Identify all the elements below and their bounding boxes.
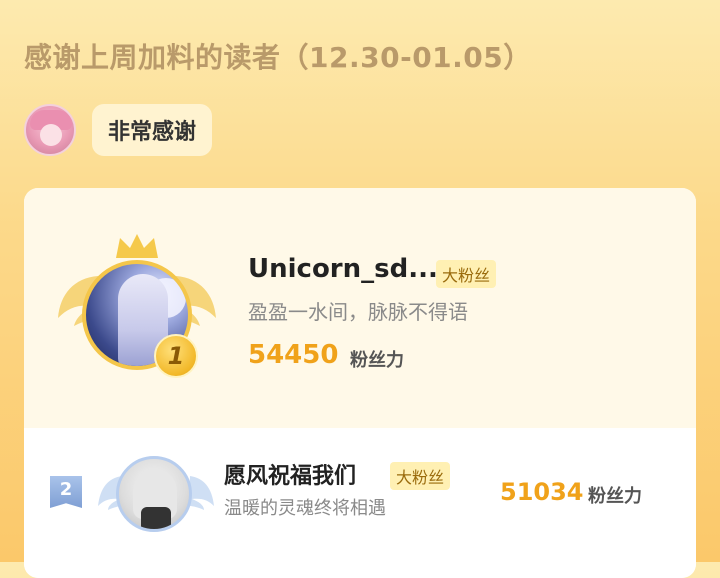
username[interactable]: 愿风祝福我们 — [224, 458, 356, 490]
page-title: 感谢上周加料的读者（12.30-01.05） — [24, 41, 532, 74]
fan-power-unit: 粉丝力 — [588, 486, 642, 507]
avatar[interactable] — [24, 104, 76, 156]
avatar[interactable] — [116, 456, 192, 532]
username[interactable]: Unicorn_sd... — [248, 254, 438, 284]
fan-level-badge: 大粉丝 — [436, 260, 497, 288]
rank-1-medal-icon: 1 — [154, 334, 198, 378]
ranking-panel: 1 Unicorn_sd... 大粉丝 盈盈一水间，脉脉不得语 54450 粉丝… — [24, 188, 696, 578]
thanks-row: 非常感谢 — [24, 104, 213, 156]
user-motto: 盈盈一水间，脉脉不得语 — [248, 300, 468, 324]
user-motto: 温暖的灵魂终将相遇 — [224, 498, 386, 519]
ranking-item-1[interactable]: 1 Unicorn_sd... 大粉丝 盈盈一水间，脉脉不得语 54450 粉丝… — [24, 188, 696, 428]
thanks-bubble: 非常感谢 — [92, 104, 213, 156]
rank-2-ribbon-icon: 2 — [50, 476, 82, 508]
fan-power-count: 54450 — [248, 340, 339, 370]
silver-wing-icon — [189, 476, 214, 510]
fan-power-count: 51034 — [500, 478, 584, 506]
crown-icon — [116, 234, 158, 258]
fan-level-badge: 大粉丝 — [390, 462, 451, 490]
fan-power-unit: 粉丝力 — [350, 350, 404, 371]
ranking-item-2[interactable]: 2 愿风祝福我们 大粉丝 温暖的灵魂终将相遇 51034 粉丝力 — [24, 428, 696, 578]
